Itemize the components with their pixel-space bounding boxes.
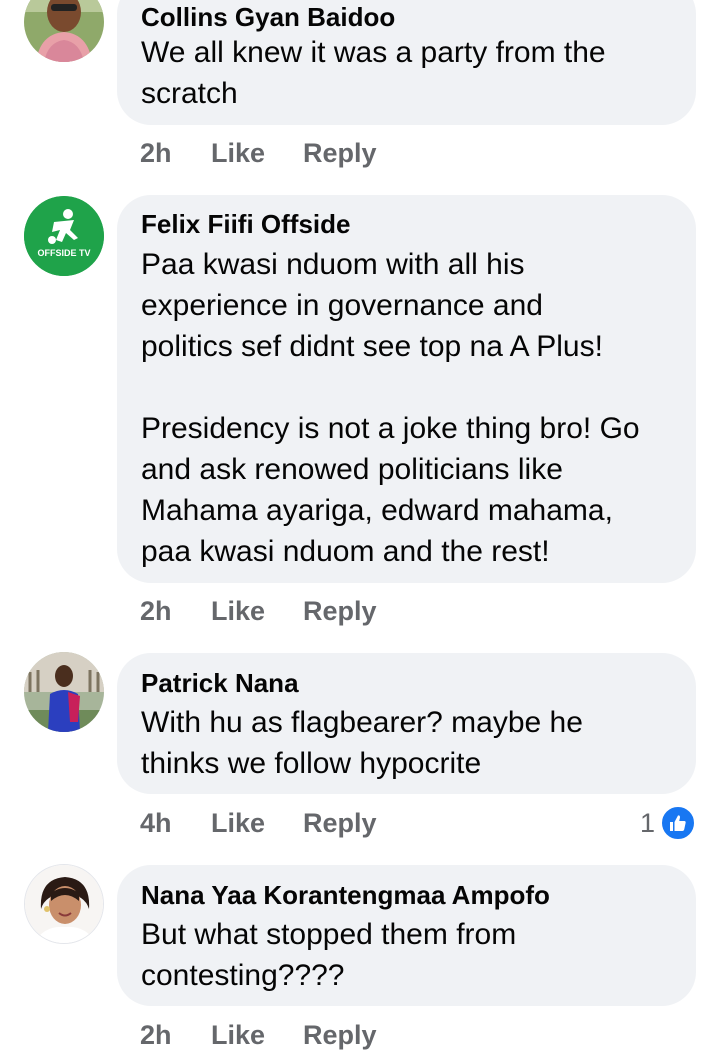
comment-time[interactable]: 2h xyxy=(140,135,172,171)
comment-bubble: Nana Yaa Korantengmaa Ampofo But what st… xyxy=(117,865,696,1006)
comment-text: We all knew it was a party from the scra… xyxy=(141,36,606,110)
avatar[interactable] xyxy=(24,652,104,732)
person-avatar-icon xyxy=(24,652,104,732)
like-button[interactable]: Like xyxy=(211,135,265,171)
like-button[interactable]: Like xyxy=(211,593,265,629)
reaction-summary[interactable]: 1 xyxy=(640,805,697,841)
offside-tv-logo-icon: OFFSIDE TV xyxy=(24,196,104,276)
comment-time[interactable]: 2h xyxy=(140,1017,172,1053)
reaction-count: 1 xyxy=(640,808,656,838)
avatar[interactable] xyxy=(24,864,104,944)
comment-time[interactable]: 4h xyxy=(140,805,172,841)
comment-author[interactable]: Felix Fiifi Offside xyxy=(141,209,350,239)
comment-text: With hu as flagbearer? maybe he thinks w… xyxy=(141,706,583,780)
comment-author[interactable]: Nana Yaa Korantengmaa Ampofo xyxy=(141,880,550,910)
person-avatar-icon xyxy=(25,865,103,943)
reply-button[interactable]: Reply xyxy=(303,805,377,841)
thumbs-up-icon xyxy=(660,805,697,841)
reply-button[interactable]: Reply xyxy=(303,1017,377,1053)
avatar[interactable] xyxy=(24,0,104,62)
comment-text: But what stopped them from contesting???… xyxy=(141,918,517,992)
comment-time[interactable]: 2h xyxy=(140,593,172,629)
reply-button[interactable]: Reply xyxy=(303,593,377,629)
like-button[interactable]: Like xyxy=(211,805,265,841)
person-avatar-icon xyxy=(24,0,104,62)
comment-text: Paa kwasi nduom with all his experience … xyxy=(141,248,640,568)
reply-button[interactable]: Reply xyxy=(303,135,377,171)
comment-author[interactable]: Collins Gyan Baidoo xyxy=(141,2,395,32)
comment-bubble: Patrick Nana With hu as flagbearer? mayb… xyxy=(117,653,696,794)
comment-bubble: Collins Gyan Baidoo We all knew it was a… xyxy=(117,0,696,125)
like-button[interactable]: Like xyxy=(211,1017,265,1053)
avatar-logo-text: OFFSIDE TV xyxy=(37,248,90,258)
comment-author[interactable]: Patrick Nana xyxy=(141,668,299,698)
comment-bubble: Felix Fiifi Offside Paa kwasi nduom with… xyxy=(117,195,696,583)
avatar[interactable]: OFFSIDE TV xyxy=(24,196,104,276)
